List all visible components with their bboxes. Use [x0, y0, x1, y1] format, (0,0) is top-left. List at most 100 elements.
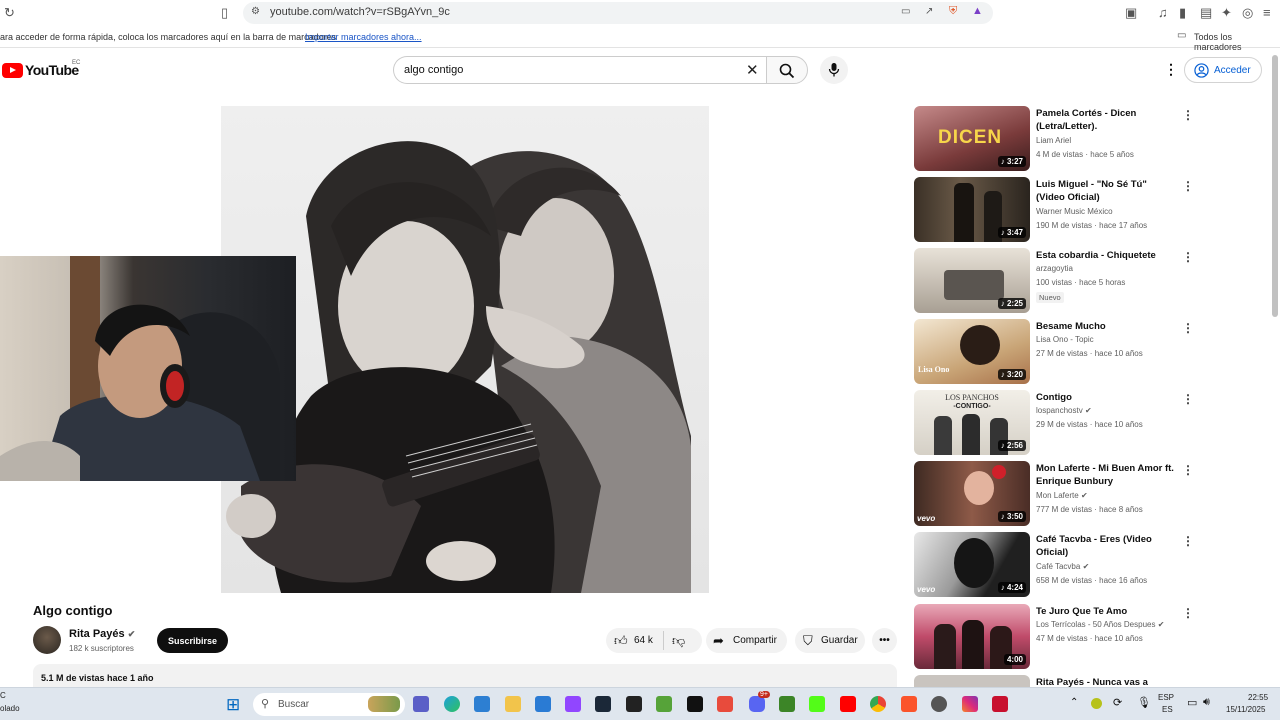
share-button[interactable]: ➦ Compartir [706, 628, 787, 653]
rec-channel[interactable]: Lisa Ono - Topic [1036, 335, 1094, 344]
reader-icon[interactable]: ▣ [1125, 6, 1137, 19]
channel-name[interactable]: Rita Payés ✔ [69, 628, 135, 640]
rec-thumbnail[interactable]: vevo ♪ 4:24 [914, 532, 1030, 597]
rec-thumbnail[interactable]: 4:00 [914, 604, 1030, 669]
rec-item[interactable]: LOS PANCHOS -CONTIGO- ♪ 2:56 Contigo los… [914, 390, 1204, 456]
signin-button[interactable]: Acceder [1184, 57, 1262, 83]
youtube-logo[interactable]: YouTube EC [2, 60, 80, 78]
save-button[interactable]: ⛉ Guardar [795, 628, 865, 653]
bookmark-icon[interactable]: ▯ [221, 6, 228, 19]
more-actions-button[interactable]: ••• [872, 628, 897, 653]
twitch-icon[interactable] [565, 696, 581, 712]
subscribe-button[interactable]: Suscribirse [157, 628, 228, 653]
rec-title[interactable]: Te Juro Que Te Amo [1036, 605, 1176, 618]
file-explorer-icon[interactable] [505, 696, 521, 712]
rec-title[interactable]: Luis Miguel - "No Sé Tú" (Video Oficial) [1036, 178, 1176, 204]
rec-title[interactable]: Besame Mucho [1036, 320, 1176, 333]
store-icon[interactable] [474, 696, 490, 712]
clock-date[interactable]: 15/11/2025 [1226, 705, 1265, 714]
rec-thumbnail[interactable]: DICEN ♪ 3:27 [914, 106, 1030, 171]
like-icon[interactable]: 👍︎ [614, 633, 628, 649]
search-button[interactable] [766, 56, 808, 84]
reload-icon[interactable]: ↻ [4, 6, 15, 19]
rec-menu-icon[interactable]: ⋮ [1182, 108, 1194, 122]
brave-shield-icon[interactable]: ⛨ [949, 6, 957, 17]
minecraft-icon[interactable] [779, 696, 795, 712]
rec-channel[interactable]: Mon Laferte ✔ [1036, 491, 1088, 500]
rec-thumbnail[interactable]: ♪ 2:25 [914, 248, 1030, 313]
site-info-icon[interactable]: ⚙ [251, 7, 260, 17]
clear-search-icon[interactable]: ✕ [746, 61, 759, 79]
discord-icon[interactable] [749, 696, 765, 712]
rec-menu-icon[interactable]: ⋮ [1182, 321, 1194, 335]
start-icon[interactable]: ⊞ [226, 696, 240, 713]
rec-channel[interactable]: arzagoytia [1036, 264, 1073, 273]
rec-item[interactable]: DICEN ♪ 3:27 Pamela Cortés - Dicen (Letr… [914, 106, 1204, 172]
sidebar-icon[interactable]: ▮ [1179, 6, 1186, 19]
obs-icon[interactable] [931, 696, 947, 712]
rec-menu-icon[interactable]: ⋮ [1182, 606, 1194, 620]
rec-item[interactable]: ♪ 3:47 Luis Miguel - "No Sé Tú" (Video O… [914, 177, 1204, 243]
brave-icon[interactable] [901, 696, 917, 712]
like-count[interactable]: 64 k [634, 635, 653, 646]
tiktok-icon[interactable] [687, 696, 703, 712]
rec-item[interactable]: vevo ♪ 3:50 Mon Laferte - Mi Buen Amor f… [914, 461, 1204, 527]
steam-icon[interactable] [595, 696, 611, 712]
rec-channel[interactable]: Warner Music México [1036, 207, 1113, 216]
all-bookmarks-link[interactable]: Todos los marcadores [1194, 32, 1280, 52]
shield-app-icon[interactable] [992, 696, 1008, 712]
edge-icon[interactable] [444, 696, 460, 712]
rec-menu-icon[interactable]: ⋮ [1182, 179, 1194, 193]
rec-thumbnail[interactable] [914, 675, 1030, 687]
wallet-icon[interactable]: ▤ [1200, 6, 1212, 19]
tray-expand-icon[interactable]: ⌃ [1070, 697, 1078, 708]
game-app-icon[interactable] [656, 696, 672, 712]
address-bar[interactable]: ⚙ youtube.com/watch?v=rSBgAYvn_9c ▭ ↗ ⛨ … [243, 2, 993, 24]
settings-menu-icon[interactable]: ⋮ [1164, 61, 1178, 78]
chrome-icon[interactable] [870, 696, 886, 712]
kick-icon[interactable] [809, 696, 825, 712]
rec-title[interactable]: Café Tacvba - Eres (Video Oficial) [1036, 533, 1176, 559]
rec-channel[interactable]: Liam Ariel [1036, 136, 1071, 145]
language-code[interactable]: ESP [1158, 693, 1174, 702]
rec-channel[interactable]: lospanchostv ✔ [1036, 406, 1092, 415]
rec-channel[interactable]: Café Tacvba ✔ [1036, 562, 1089, 571]
media-icon[interactable]: ♫ [1158, 6, 1168, 19]
taskbar-search[interactable]: ⚲ Buscar [253, 693, 405, 716]
rec-title[interactable]: Esta cobardia - Chiquetete [1036, 249, 1176, 262]
rec-thumbnail[interactable]: ♪ 3:47 [914, 177, 1030, 242]
rec-menu-icon[interactable]: ⋮ [1182, 534, 1194, 548]
rec-item[interactable]: 4:00 Te Juro Que Te Amo Los Terrícolas -… [914, 604, 1204, 670]
channel-avatar[interactable] [33, 626, 61, 654]
rec-item[interactable]: Rita Payés - Nunca vas a [914, 675, 1204, 687]
network-icon[interactable]: ▭ [1187, 696, 1197, 709]
share-page-icon[interactable]: ↗ [925, 7, 933, 17]
rec-item[interactable]: Lisa Ono ♪ 3:20 Besame Mucho Lisa Ono - … [914, 319, 1204, 385]
vpn-icon[interactable]: ◎ [1242, 6, 1253, 19]
rec-title[interactable]: Pamela Cortés - Dicen (Letra/Letter). [1036, 107, 1176, 133]
tray-app-icon[interactable] [1091, 698, 1102, 709]
keyboard-layout[interactable]: ES [1162, 705, 1173, 714]
rec-menu-icon[interactable]: ⋮ [1182, 250, 1194, 264]
rec-item[interactable]: vevo ♪ 4:24 Café Tacvba - Eres (Video Of… [914, 532, 1204, 598]
rec-title[interactable]: Contigo [1036, 391, 1176, 404]
rec-thumbnail[interactable]: Lisa Ono ♪ 3:20 [914, 319, 1030, 384]
menu-icon[interactable]: ≡ [1263, 6, 1271, 19]
rec-menu-icon[interactable]: ⋮ [1182, 392, 1194, 406]
rec-menu-icon[interactable]: ⋮ [1182, 463, 1194, 477]
dislike-icon[interactable]: 👎︎ [672, 633, 685, 649]
teams-icon[interactable] [413, 696, 429, 712]
search-input[interactable]: algo contigo ✕ [393, 56, 766, 84]
tray-sync-icon[interactable]: ⟳ [1113, 696, 1122, 709]
install-app-icon[interactable]: ▭ [901, 7, 910, 17]
epic-games-icon[interactable] [626, 696, 642, 712]
tf-app-icon[interactable] [717, 696, 733, 712]
import-bookmarks-link[interactable]: Importar marcadores ahora... [305, 32, 422, 42]
clock-time[interactable]: 22:55 [1248, 693, 1268, 702]
instagram-icon[interactable] [962, 696, 978, 712]
leo-ai-icon[interactable]: ✦ [1221, 6, 1232, 19]
mail-icon[interactable] [535, 696, 551, 712]
rec-thumbnail[interactable]: vevo ♪ 3:50 [914, 461, 1030, 526]
rec-title[interactable]: Mon Laferte - Mi Buen Amor ft. Enrique B… [1036, 462, 1176, 488]
youtube-app-icon[interactable] [840, 696, 856, 712]
